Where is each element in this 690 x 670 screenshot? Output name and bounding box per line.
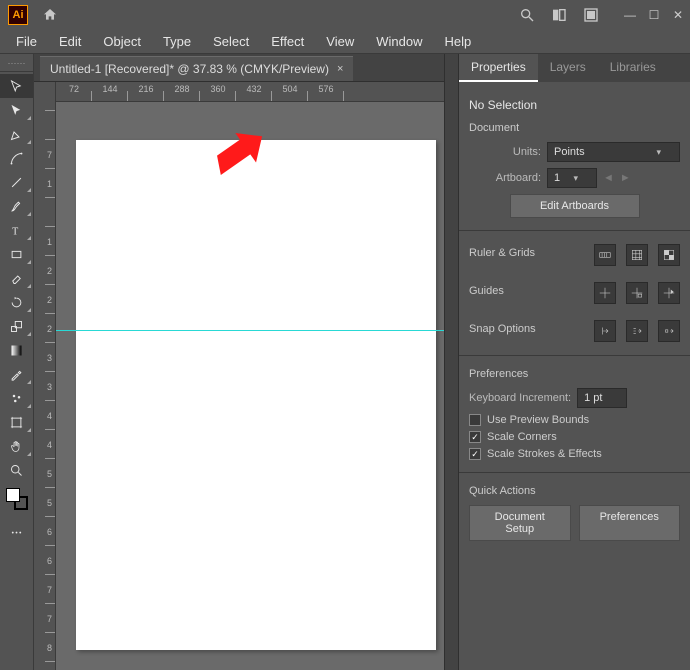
menu-edit[interactable]: Edit [49,32,91,51]
snap-to-pixel-icon[interactable] [658,320,680,342]
window-maximize-button[interactable]: ☐ [648,9,660,21]
scale-strokes-checkbox[interactable] [469,448,481,460]
pen-tool[interactable] [0,122,33,146]
document-tab-label: Untitled-1 [Recovered]* @ 37.83 % (CMYK/… [50,62,329,76]
chevron-down-icon: ▾ [656,147,661,158]
menu-window[interactable]: Window [366,32,432,51]
artboard-select[interactable]: 1▾ [547,168,597,188]
transparency-grid-icon[interactable] [658,244,680,266]
ruler-toggle-icon[interactable] [594,244,616,266]
units-label: Units: [469,146,541,158]
window-close-button[interactable]: ✕ [672,9,684,21]
horizontal-ruler[interactable]: 72 144 216 288 360 432 504 576 [56,82,444,102]
hand-tool[interactable] [0,434,33,458]
canvas-viewport[interactable] [56,102,444,670]
annotation-arrow-icon [204,130,264,180]
workspace-icon[interactable] [582,6,600,24]
scale-strokes-label: Scale Strokes & Effects [487,448,602,460]
tab-layers[interactable]: Layers [538,54,598,82]
quick-actions-label: Quick Actions [469,485,680,497]
fill-stroke-swatch[interactable] [6,488,28,510]
search-icon[interactable] [518,6,536,24]
title-bar: Ai — ☐ ✕ [0,0,690,30]
grid-toggle-icon[interactable] [626,244,648,266]
properties-panel: Properties Layers Libraries No Selection… [458,54,690,670]
preferences-section-label: Preferences [469,368,680,380]
guides-visibility-icon[interactable] [594,282,616,304]
artboard[interactable] [76,140,436,650]
snap-options-label: Snap Options [469,323,536,335]
zoom-tool[interactable] [0,458,33,482]
menu-type[interactable]: Type [153,32,201,51]
arrange-documents-icon[interactable] [550,6,568,24]
ai-logo: Ai [8,5,28,25]
guides-lock-icon[interactable] [626,282,648,304]
keyboard-increment-input[interactable]: 1 pt [577,388,627,408]
eraser-tool[interactable] [0,266,33,290]
window-minimize-button[interactable]: — [624,9,636,21]
artboard-prev-icon[interactable]: ◄ [603,172,614,184]
menu-object[interactable]: Object [93,32,151,51]
document-section-label: Document [469,122,680,134]
tab-libraries[interactable]: Libraries [598,54,668,82]
home-icon[interactable] [42,7,58,23]
tools-drag-handle[interactable]: ⋯⋯ [0,56,33,72]
document-tab[interactable]: Untitled-1 [Recovered]* @ 37.83 % (CMYK/… [40,56,353,81]
snap-to-point-icon[interactable] [594,320,616,342]
menu-help[interactable]: Help [434,32,481,51]
no-selection-label: No Selection [469,98,680,112]
scale-corners-label: Scale Corners [487,431,557,443]
tools-panel: ⋯⋯ T [0,54,34,670]
type-tool[interactable]: T [0,218,33,242]
edit-toolbar-button[interactable] [0,520,33,544]
panel-collapse-strip[interactable] [444,54,458,670]
artboard-label: Artboard: [469,172,541,184]
edit-artboards-button[interactable]: Edit Artboards [510,194,640,218]
menu-view[interactable]: View [316,32,364,51]
smart-guides-icon[interactable] [658,282,680,304]
document-tab-close-icon[interactable]: × [337,63,343,75]
svg-text:T: T [12,226,18,237]
line-tool[interactable] [0,170,33,194]
selection-tool[interactable] [0,74,33,98]
menu-file[interactable]: File [6,32,47,51]
ruler-grids-label: Ruler & Grids [469,247,535,259]
preferences-button[interactable]: Preferences [579,505,681,541]
tab-properties[interactable]: Properties [459,54,538,82]
menu-select[interactable]: Select [203,32,259,51]
curvature-tool[interactable] [0,146,33,170]
artboard-next-icon[interactable]: ► [620,172,631,184]
use-preview-bounds-label: Use Preview Bounds [487,414,589,426]
horizontal-guide[interactable] [56,330,444,331]
rotate-tool[interactable] [0,290,33,314]
scale-tool[interactable] [0,314,33,338]
keyboard-increment-label: Keyboard Increment: [469,392,571,404]
scale-corners-checkbox[interactable] [469,431,481,443]
snap-to-grid-icon[interactable] [626,320,648,342]
rectangle-tool[interactable] [0,242,33,266]
panel-tabs: Properties Layers Libraries [459,54,690,82]
vertical-ruler[interactable]: 7 1 1 2 2 2 3 3 4 4 5 5 6 6 7 7 8 [34,82,56,670]
artboard-tool[interactable] [0,410,33,434]
guides-label: Guides [469,285,504,297]
document-area: Untitled-1 [Recovered]* @ 37.83 % (CMYK/… [34,54,444,670]
use-preview-bounds-checkbox[interactable] [469,414,481,426]
document-tab-bar: Untitled-1 [Recovered]* @ 37.83 % (CMYK/… [34,54,444,82]
direct-selection-tool[interactable] [0,98,33,122]
menu-effect[interactable]: Effect [261,32,314,51]
eyedropper-tool[interactable] [0,362,33,386]
chevron-down-icon: ▾ [573,173,578,184]
paintbrush-tool[interactable] [0,194,33,218]
document-setup-button[interactable]: Document Setup [469,505,571,541]
units-select[interactable]: Points▾ [547,142,680,162]
symbol-sprayer-tool[interactable] [0,386,33,410]
menu-bar: File Edit Object Type Select Effect View… [0,30,690,54]
gradient-tool[interactable] [0,338,33,362]
